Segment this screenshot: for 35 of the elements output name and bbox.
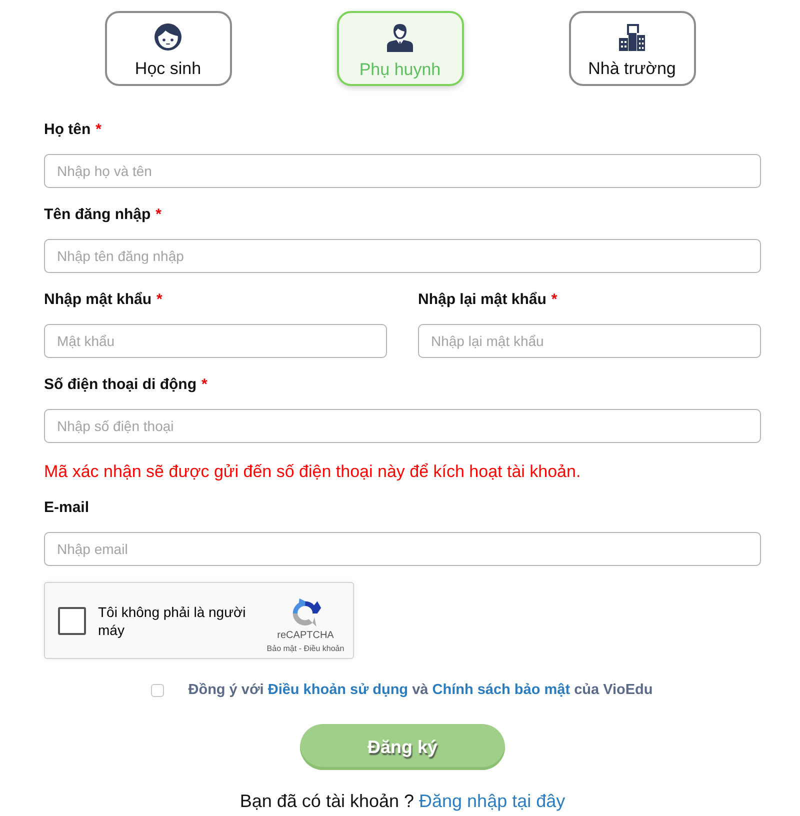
agreement-text: Đồng ý với Điều khoản sử dụng và Chính sách bảo mật của VioEdu [188,681,653,699]
field-label: Tên đăng nhập [44,206,151,224]
terms-link[interactable]: Chính sách bảo mật [432,682,570,698]
field-label: E-mail [44,499,90,517]
login-link[interactable]: Đăng nhập tại đây [419,790,566,812]
input-field[interactable]: Mật khẩu [44,324,387,358]
required-mark: * [551,291,558,309]
captcha-label: Tôi không phải là người máy [98,602,247,638]
required-mark: * [156,206,162,224]
required-mark: * [156,291,162,309]
field-label: Nhập lại mật khẩu [418,291,546,309]
captcha-link[interactable]: Bảo mật [266,644,297,652]
login-prompt-text: Bạn đã có tài khoản ? [240,790,414,812]
captcha-checkbox[interactable] [58,606,86,634]
field-label: Họ tên [44,121,91,139]
required-mark: * [96,121,102,139]
field-label: Số điện thoại di động [44,376,196,394]
role-tab[interactable]: Nhà trường [568,11,696,86]
captcha-brand: reCAPTCHA [277,630,334,642]
agree-checkbox[interactable] [151,684,164,696]
terms-link[interactable]: Điều khoản sử dụng [268,682,408,698]
input-field[interactable]: Nhập email [44,532,761,566]
input-field[interactable]: Nhập họ và tên [44,154,761,188]
info-message: Mã xác nhận sẽ được gửi đến số điện thoại này để kích hoạt tài khoản. [44,462,582,482]
input-field[interactable]: Nhập số điện thoại [44,409,761,443]
captcha-terms-text: Bảo mật - Điều khoản [266,644,344,654]
field-label: Nhập mật khẩu [44,291,152,309]
person-in-suit-icon [386,23,414,52]
face-icon [154,23,182,51]
captcha-link[interactable]: Điều khoản [304,644,344,652]
role-tab[interactable]: Học sinh [104,11,232,86]
building-icon [618,23,646,51]
required-mark: * [201,376,208,394]
input-field[interactable]: Nhập lại mật khẩu [418,324,761,358]
input-field[interactable]: Nhập tên đăng nhập [44,239,761,273]
